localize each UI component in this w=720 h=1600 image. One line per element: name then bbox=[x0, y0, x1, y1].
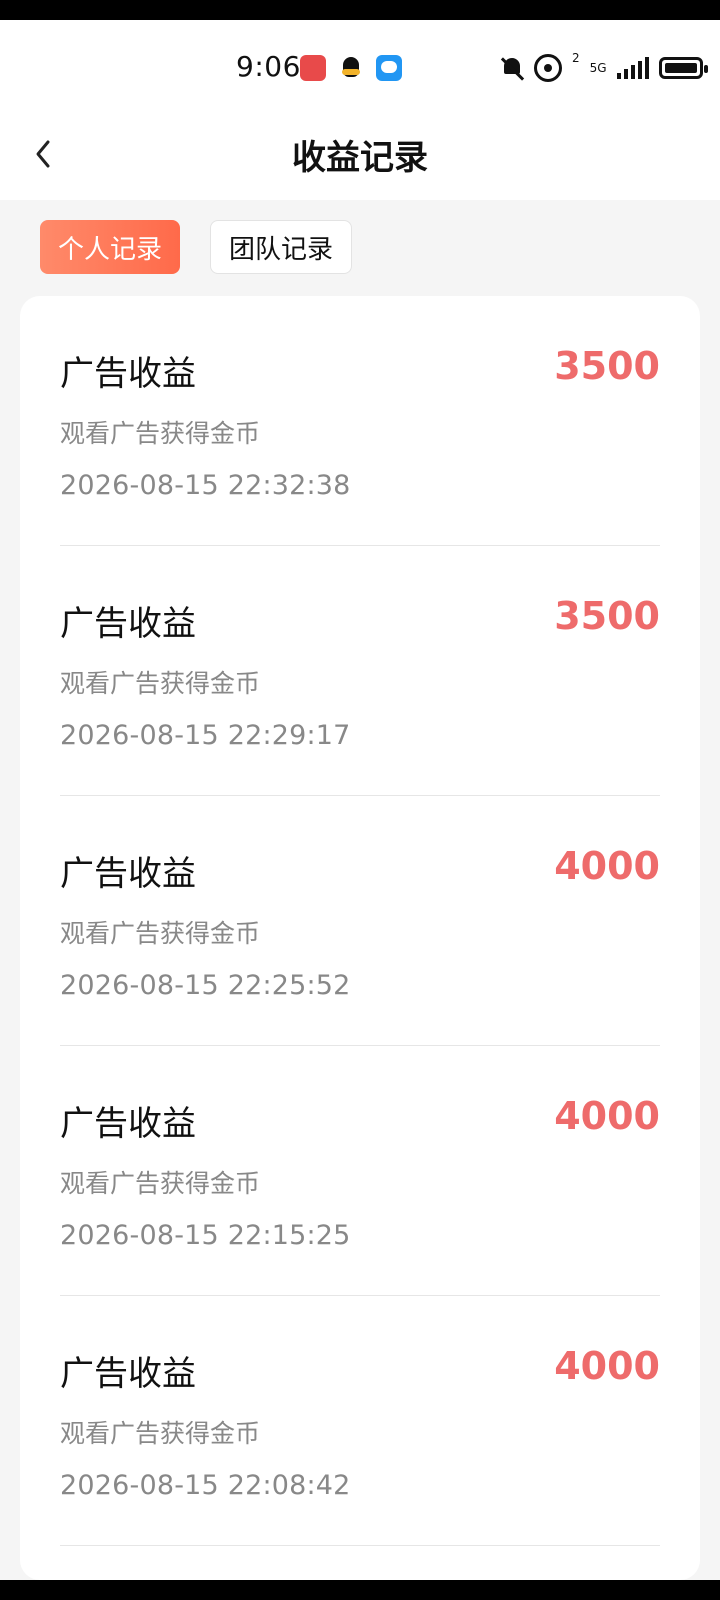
record-amount: 3500 bbox=[554, 594, 660, 638]
record-amount: 4000 bbox=[554, 1344, 660, 1388]
huawei-app-icon bbox=[300, 55, 326, 81]
signal-icon bbox=[616, 57, 649, 79]
record-description: 观看广告获得金币 bbox=[60, 669, 261, 698]
status-bar: 9:06 2 5G bbox=[0, 20, 720, 120]
header-bar: 收益记录 bbox=[0, 120, 720, 200]
record-timestamp: 2026-08-15 22:08:42 bbox=[60, 1470, 351, 1501]
record-description: 观看广告获得金币 bbox=[60, 1169, 261, 1198]
records-list: 广告收益 3500 观看广告获得金币 2026-08-15 22:32:38 广… bbox=[20, 296, 700, 1580]
status-app-icons bbox=[300, 55, 402, 81]
status-system-icons: 2 5G bbox=[500, 51, 708, 82]
mute-bell-icon bbox=[500, 56, 524, 80]
tab-personal-records[interactable]: 个人记录 bbox=[40, 220, 181, 274]
bottom-black-bar bbox=[0, 1580, 720, 1600]
record-title: 广告收益 bbox=[60, 1104, 196, 1144]
message-icon bbox=[376, 55, 402, 81]
list-item: 广告收益 3500 观看广告获得金币 2026-08-15 22:29:17 bbox=[60, 546, 660, 796]
hotspot-count: 2 bbox=[572, 51, 580, 65]
record-amount: 3500 bbox=[554, 344, 660, 388]
record-timestamp: 2026-08-15 22:29:17 bbox=[60, 720, 351, 751]
record-amount: 4000 bbox=[554, 844, 660, 888]
network-5g-label: 5G bbox=[589, 61, 607, 75]
record-tabs: 个人记录 团队记录 bbox=[40, 220, 353, 274]
record-title: 广告收益 bbox=[60, 604, 196, 644]
qq-icon bbox=[338, 55, 364, 81]
record-description: 观看广告获得金币 bbox=[60, 1419, 261, 1448]
record-timestamp: 2026-08-15 22:32:38 bbox=[60, 470, 351, 501]
record-title: 广告收益 bbox=[60, 1354, 196, 1394]
top-black-bar bbox=[0, 0, 720, 20]
list-item: 广告收益 3500 观看广告获得金币 2026-08-15 22:32:38 bbox=[60, 296, 660, 546]
record-title: 广告收益 bbox=[60, 354, 196, 394]
page-title: 收益记录 bbox=[292, 138, 428, 178]
status-time: 9:06 bbox=[236, 50, 301, 83]
record-timestamp: 2026-08-15 22:25:52 bbox=[60, 970, 351, 1001]
list-item: 广告收益 4000 观看广告获得金币 2026-08-15 22:08:42 bbox=[60, 1296, 660, 1546]
record-timestamp: 2026-08-15 22:15:25 bbox=[60, 1220, 351, 1251]
record-description: 观看广告获得金币 bbox=[60, 919, 261, 948]
list-item: 广告收益 4000 观看广告获得金币 2026-08-15 22:15:25 bbox=[60, 1046, 660, 1296]
record-description: 观看广告获得金币 bbox=[60, 419, 261, 448]
hotspot-icon bbox=[534, 54, 562, 82]
list-item: 广告收益 4000 观看广告获得金币 2026-08-15 22:25:52 bbox=[60, 796, 660, 1046]
battery-icon bbox=[658, 57, 708, 79]
tab-team-records[interactable]: 团队记录 bbox=[210, 220, 353, 274]
record-title: 广告收益 bbox=[60, 854, 196, 894]
record-amount: 4000 bbox=[554, 1094, 660, 1138]
